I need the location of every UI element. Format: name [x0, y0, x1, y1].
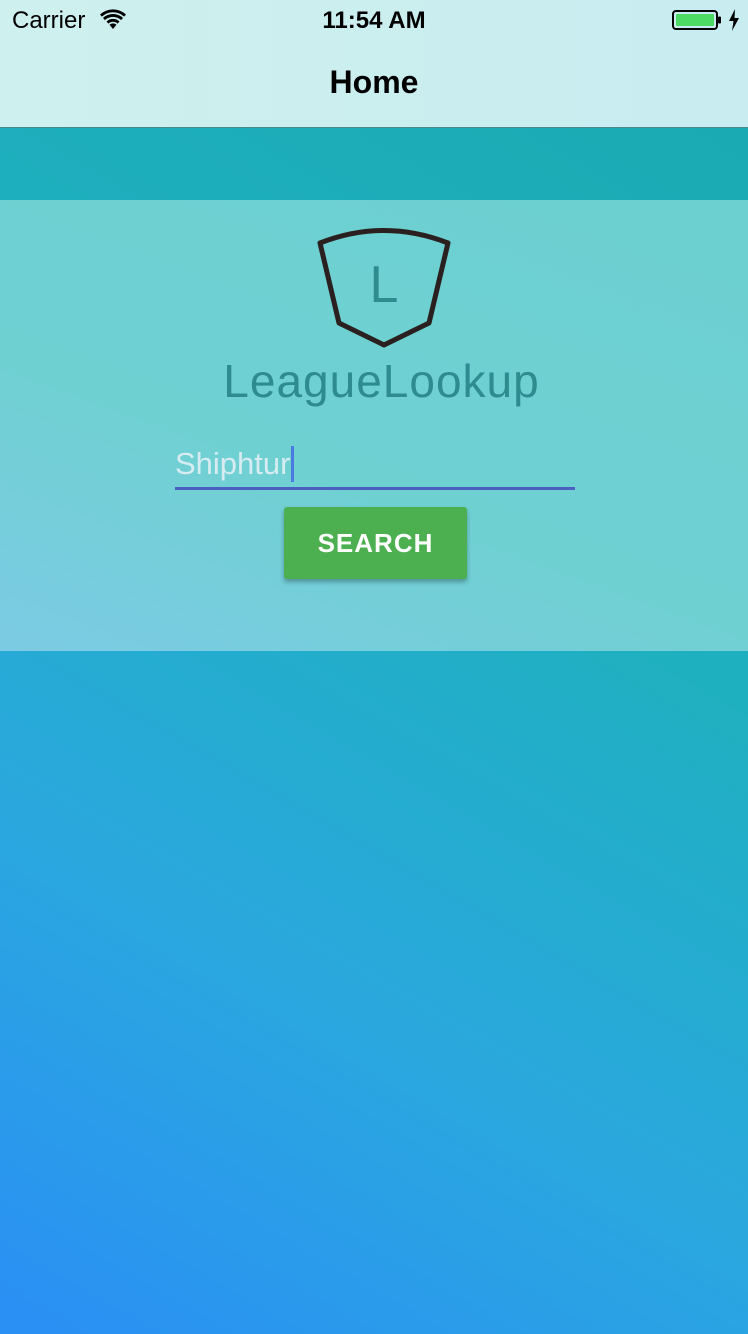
text-cursor	[291, 445, 295, 482]
search-input-value: Shiphtur	[175, 445, 291, 481]
charging-icon	[729, 9, 739, 31]
navigation-bar: Carrier 11:54 AM Home	[0, 0, 748, 128]
app-logo-text: LeagueLookup	[223, 355, 540, 407]
battery-icon	[672, 10, 721, 30]
status-bar: Carrier 11:54 AM	[0, 0, 748, 40]
summoner-search-input[interactable]: Shiphtur	[175, 440, 575, 490]
search-button[interactable]: SEARCH	[284, 507, 467, 579]
page-title: Home	[329, 64, 419, 100]
league-shield-logo: L	[317, 228, 451, 348]
svg-text:L: L	[370, 256, 399, 314]
status-time: 11:54 AM	[322, 7, 426, 34]
